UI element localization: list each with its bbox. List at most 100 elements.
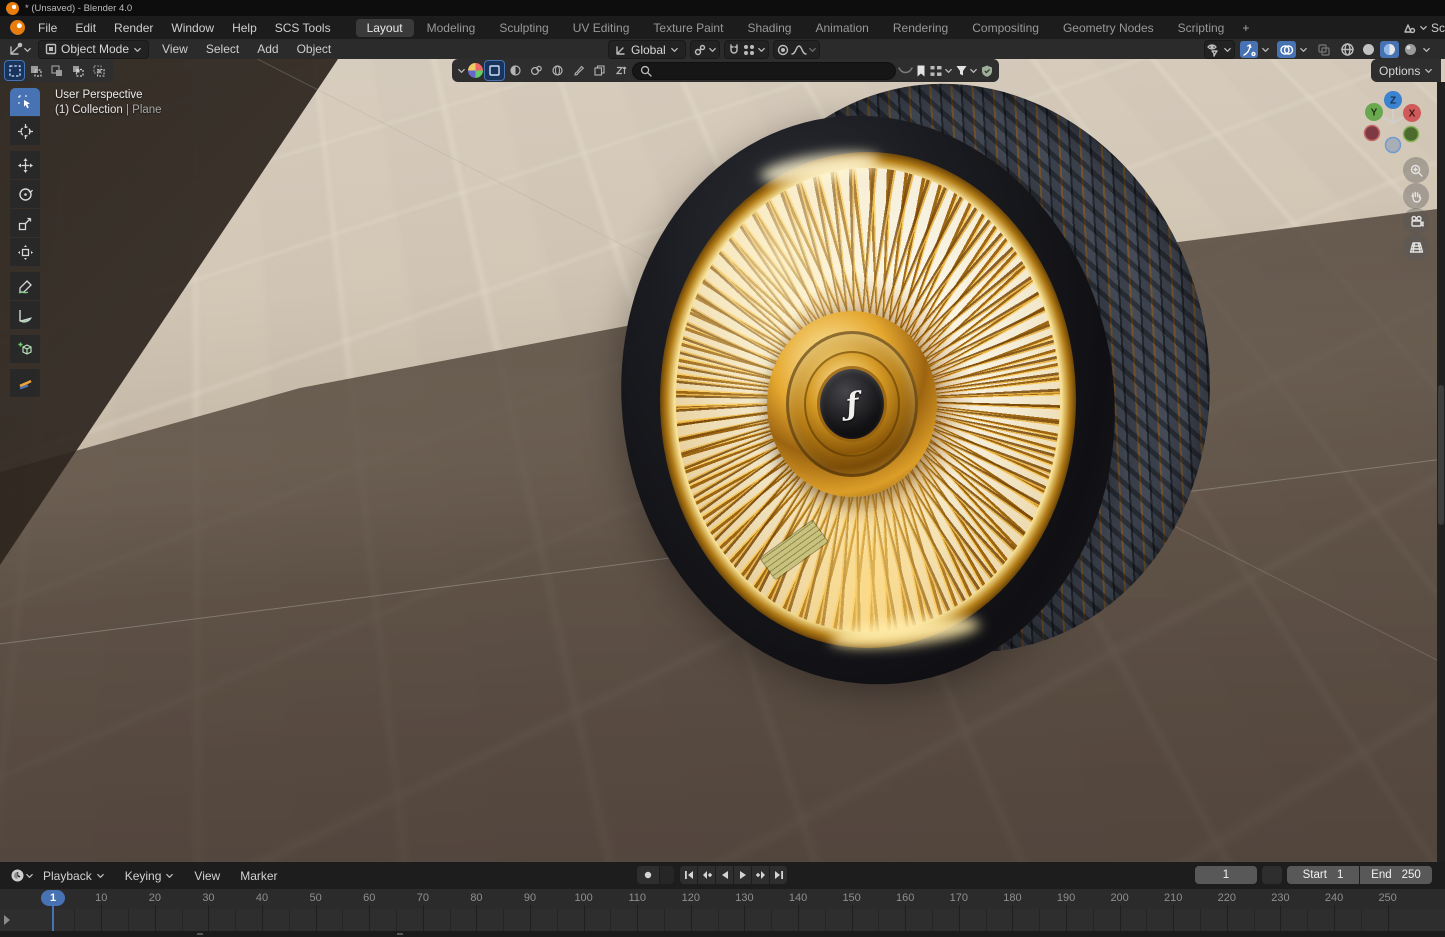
menu-window[interactable]: Window — [162, 20, 223, 36]
timeline-menu-playback[interactable]: Playback — [34, 867, 114, 885]
start-frame-field[interactable]: Start 1 — [1287, 866, 1359, 884]
tab-layout[interactable]: Layout — [356, 19, 414, 37]
editor-type-button[interactable] — [6, 41, 34, 58]
pan-hand-button[interactable] — [1403, 183, 1429, 209]
tab-animation[interactable]: Animation — [804, 19, 879, 37]
show-overlays-toggle[interactable] — [1277, 41, 1296, 58]
auto-keyframe-button[interactable] — [1262, 866, 1282, 884]
play-reverse-button[interactable] — [716, 866, 733, 884]
blender-menu-icon[interactable] — [10, 20, 25, 35]
record-dropdown[interactable] — [660, 866, 674, 884]
menu-scs-tools[interactable]: SCS Tools — [266, 20, 340, 36]
tab-sculpting[interactable]: Sculpting — [488, 19, 559, 37]
tool-annotate[interactable] — [10, 272, 40, 300]
tool-scale[interactable] — [10, 209, 40, 237]
bookmark-icon[interactable] — [915, 64, 927, 78]
overlays-dropdown[interactable] — [1297, 41, 1310, 58]
pivot-point-dropdown[interactable] — [690, 40, 720, 59]
tab-compositing[interactable]: Compositing — [961, 19, 1050, 37]
tool-add-cube[interactable] — [10, 335, 40, 363]
menu-help[interactable]: Help — [223, 20, 266, 36]
next-keyframe-button[interactable] — [752, 866, 769, 884]
filter-brush-toggle[interactable] — [569, 61, 588, 80]
zoom-button[interactable] — [1403, 157, 1429, 183]
tool-measure[interactable] — [10, 301, 40, 329]
jump-to-start-button[interactable] — [680, 866, 697, 884]
tab-uv-editing[interactable]: UV Editing — [562, 19, 641, 37]
filter-object-toggle[interactable] — [485, 61, 504, 80]
gizmo-dropdown[interactable] — [1259, 41, 1272, 58]
filter-zdepth-toggle[interactable] — [611, 61, 630, 80]
timeline-scrollbar[interactable] — [0, 931, 1445, 937]
search-input[interactable] — [632, 62, 896, 80]
tool-scs-addon[interactable] — [10, 369, 40, 397]
chevron-down-icon[interactable] — [1422, 45, 1431, 54]
filter-duplicate-toggle[interactable] — [590, 61, 609, 80]
select-mode-extend[interactable] — [26, 61, 45, 80]
display-settings-dropdown[interactable] — [929, 64, 953, 78]
snapping-group[interactable] — [724, 40, 769, 59]
filter-dropdown[interactable] — [955, 64, 978, 77]
tool-move[interactable] — [10, 151, 40, 179]
tab-geometry-nodes[interactable]: Geometry Nodes — [1052, 19, 1165, 37]
current-frame-marker[interactable]: 1 — [41, 890, 65, 906]
menu-edit[interactable]: Edit — [66, 20, 105, 36]
timeline-menu-marker[interactable]: Marker — [231, 867, 286, 885]
show-gizmo-toggle[interactable] — [1240, 41, 1258, 58]
orientation-dropdown[interactable]: Global — [608, 40, 686, 59]
tab-modeling[interactable]: Modeling — [416, 19, 487, 37]
viewport-right-scrollbar[interactable] — [1437, 82, 1445, 862]
scene-selector[interactable]: Sc — [1402, 21, 1445, 35]
current-frame-field[interactable]: 1 — [1195, 866, 1257, 884]
tool-select-box[interactable] — [10, 88, 40, 116]
viewport-3d[interactable]: ƒ User Perspective (1) Collection | Plan… — [0, 59, 1445, 862]
shading-wireframe-button[interactable] — [1338, 41, 1357, 58]
perspective-toggle-button[interactable] — [1403, 234, 1429, 260]
tab-shading[interactable]: Shading — [736, 19, 802, 37]
timeline-menu-view[interactable]: View — [185, 867, 229, 885]
timeline-editor-type-button[interactable] — [8, 867, 36, 884]
navigation-gizmo[interactable]: Z Y X — [1355, 85, 1431, 161]
timeline-track[interactable] — [0, 909, 1445, 931]
menu-render[interactable]: Render — [105, 20, 162, 36]
scrollbar-thumb[interactable] — [1438, 385, 1444, 525]
select-mode-subtract[interactable] — [47, 61, 66, 80]
tab-rendering[interactable]: Rendering — [882, 19, 959, 37]
expand-channels-arrow[interactable] — [4, 915, 10, 925]
play-button[interactable] — [734, 866, 751, 884]
add-workspace-button[interactable]: + — [1235, 19, 1256, 37]
select-mode-new[interactable] — [5, 61, 24, 80]
viewport-menu-view[interactable]: View — [153, 42, 197, 56]
shading-material-button[interactable] — [1380, 41, 1399, 58]
tool-cursor[interactable] — [10, 117, 40, 145]
tab-scripting[interactable]: Scripting — [1167, 19, 1236, 37]
display-mode-icon[interactable] — [468, 63, 483, 78]
select-mode-intersect[interactable] — [89, 61, 108, 80]
record-button[interactable] — [637, 866, 659, 884]
xray-toggle[interactable] — [1315, 41, 1333, 58]
filter-meta-toggle[interactable] — [527, 61, 546, 80]
end-frame-field[interactable]: End 250 — [1360, 866, 1432, 884]
viewport-menu-object[interactable]: Object — [288, 42, 341, 56]
filter-sphere-toggle[interactable] — [506, 61, 525, 80]
tool-transform[interactable] — [10, 238, 40, 266]
select-mode-invert[interactable] — [68, 61, 87, 80]
shield-icon[interactable] — [980, 64, 994, 78]
curve-falloff-icon[interactable] — [898, 64, 913, 78]
camera-view-button[interactable] — [1403, 208, 1429, 234]
tab-texture-paint[interactable]: Texture Paint — [642, 19, 734, 37]
jump-to-end-button[interactable] — [770, 866, 787, 884]
timeline-ruler[interactable]: 1 10203040506070809010011012013014015016… — [0, 889, 1445, 909]
viewport-menu-add[interactable]: Add — [248, 42, 287, 56]
mode-dropdown[interactable]: Object Mode — [38, 40, 149, 59]
options-dropdown[interactable]: Options — [1371, 59, 1441, 82]
filter-world-toggle[interactable] — [548, 61, 567, 80]
shading-solid-button[interactable] — [1359, 41, 1378, 58]
shading-rendered-button[interactable] — [1401, 41, 1420, 58]
timeline-menu-keying[interactable]: Keying — [116, 867, 184, 885]
prev-keyframe-button[interactable] — [698, 866, 715, 884]
collapse-chevron-icon[interactable] — [457, 66, 466, 75]
proportional-editing-group[interactable] — [773, 40, 820, 59]
tool-rotate[interactable] — [10, 180, 40, 208]
viewport-menu-select[interactable]: Select — [197, 42, 248, 56]
